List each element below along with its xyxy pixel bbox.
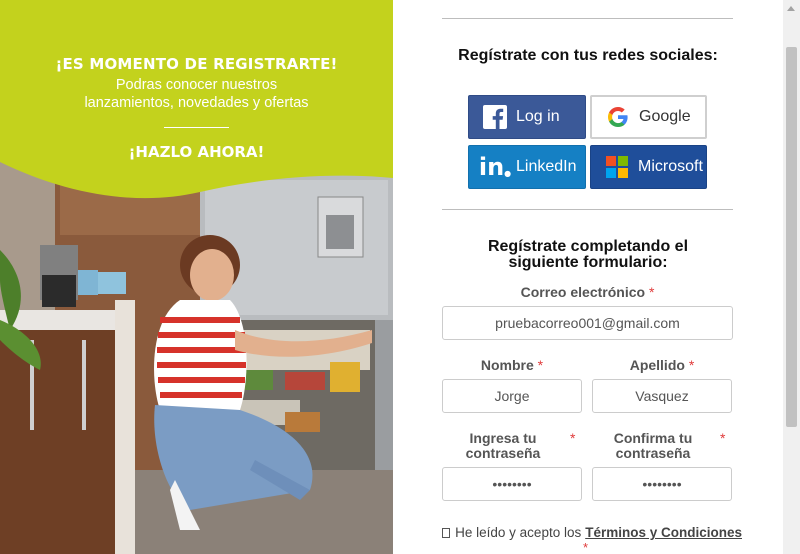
form-heading: Regístrate completando el siguiente form… xyxy=(487,238,689,271)
password-label: Ingresa tu contraseña xyxy=(465,430,541,461)
divider-top xyxy=(442,18,733,19)
page-scrollbar[interactable] xyxy=(783,0,800,554)
email-input[interactable] xyxy=(442,306,733,340)
linkedin-icon: in ● xyxy=(478,153,512,181)
last-name-required-mark: * xyxy=(688,357,695,373)
scrollbar-thumb[interactable] xyxy=(786,47,797,427)
google-login-button[interactable]: Google xyxy=(590,95,707,139)
last-name-label: Apellido xyxy=(629,357,685,373)
facebook-login-button[interactable]: Log in xyxy=(468,95,586,139)
facebook-icon xyxy=(478,105,512,129)
promo-subtitle: Podras conocer nuestros lanzamientos, no… xyxy=(84,77,309,111)
scroll-up-arrow-icon[interactable] xyxy=(787,6,795,11)
terms-row: He leído y acepto los Términos y Condici… xyxy=(442,525,742,540)
password-required-mark: * xyxy=(570,430,576,446)
promo-cta: ¡HAZLO AHORA! xyxy=(128,143,265,161)
email-label-row: Correo electrónico * xyxy=(442,285,733,300)
google-label: Google xyxy=(639,108,691,125)
first-name-label: Nombre xyxy=(480,357,534,373)
terms-text: He leído y acepto los xyxy=(455,525,582,540)
first-name-required-mark: * xyxy=(537,357,544,373)
last-name-label-row: Apellido * xyxy=(592,358,732,373)
divider-middle xyxy=(442,209,733,210)
google-icon xyxy=(601,107,635,127)
promo-divider xyxy=(164,127,229,128)
email-label: Correo electrónico xyxy=(520,284,646,300)
promo-title: ¡ES MOMENTO DE REGISTRARTE! xyxy=(55,55,338,73)
confirm-password-input[interactable] xyxy=(592,467,732,501)
microsoft-login-button[interactable]: Microsoft xyxy=(590,145,707,189)
confirm-password-label: Confirma tu contraseña xyxy=(613,430,693,461)
microsoft-label: Microsoft xyxy=(638,158,703,175)
promo-banner: ¡ES MOMENTO DE REGISTRARTE! Podras conoc… xyxy=(0,0,393,554)
terms-link[interactable]: Términos y Condiciones xyxy=(585,525,742,540)
social-heading: Regístrate con tus redes sociales: xyxy=(458,47,718,64)
first-name-input[interactable] xyxy=(442,379,582,413)
email-required-mark: * xyxy=(648,284,655,300)
first-name-label-row: Nombre * xyxy=(442,358,582,373)
password-input[interactable] xyxy=(442,467,582,501)
microsoft-icon xyxy=(600,156,634,178)
linkedin-login-button[interactable]: in ● LinkedIn xyxy=(468,145,586,189)
linkedin-label: LinkedIn xyxy=(516,158,577,175)
facebook-label: Log in xyxy=(516,108,560,125)
terms-checkbox[interactable] xyxy=(442,527,451,538)
last-name-input[interactable] xyxy=(592,379,732,413)
registration-panel: Regístrate con tus redes sociales: Log i… xyxy=(393,0,783,554)
confirm-password-required-mark: * xyxy=(720,430,726,446)
terms-required-mark: * xyxy=(583,540,589,554)
